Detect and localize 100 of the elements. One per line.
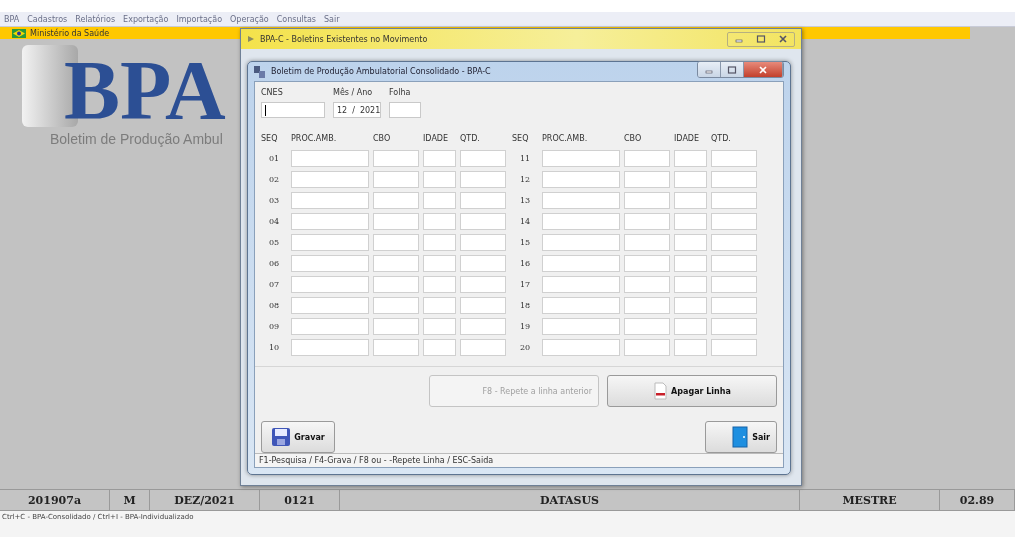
input-field[interactable] <box>291 255 369 272</box>
input-field[interactable] <box>674 255 707 272</box>
input-field[interactable] <box>711 255 757 272</box>
input-field[interactable] <box>460 255 506 272</box>
input-field[interactable] <box>674 276 707 293</box>
input-field[interactable] <box>674 171 707 188</box>
input-field[interactable] <box>373 150 419 167</box>
cnes-field[interactable] <box>261 102 325 118</box>
row-number: 10 <box>267 343 281 352</box>
input-field[interactable] <box>373 234 419 251</box>
input-field[interactable] <box>711 318 757 335</box>
input-field[interactable] <box>423 255 456 272</box>
save-button[interactable]: Gravar <box>261 421 335 453</box>
input-field[interactable] <box>674 150 707 167</box>
menu-item[interactable]: Importação <box>176 14 223 24</box>
input-field[interactable] <box>291 339 369 356</box>
input-field[interactable] <box>624 150 670 167</box>
input-field[interactable] <box>460 171 506 188</box>
input-field[interactable] <box>542 213 620 230</box>
input-field[interactable] <box>460 318 506 335</box>
input-field[interactable] <box>373 192 419 209</box>
input-field[interactable] <box>624 255 670 272</box>
input-field[interactable] <box>711 234 757 251</box>
input-field[interactable] <box>460 150 506 167</box>
input-field[interactable] <box>373 297 419 314</box>
input-field[interactable] <box>460 339 506 356</box>
input-field[interactable] <box>542 255 620 272</box>
input-field[interactable] <box>674 339 707 356</box>
input-field[interactable] <box>460 192 506 209</box>
input-field[interactable] <box>624 276 670 293</box>
close-button[interactable] <box>744 62 783 77</box>
input-field[interactable] <box>373 255 419 272</box>
input-field[interactable] <box>291 171 369 188</box>
input-field[interactable] <box>542 339 620 356</box>
input-field[interactable] <box>674 318 707 335</box>
input-field[interactable] <box>291 234 369 251</box>
input-field[interactable] <box>624 339 670 356</box>
input-field[interactable] <box>542 192 620 209</box>
delete-line-button[interactable]: Apagar Linha <box>607 375 777 407</box>
input-field[interactable] <box>373 213 419 230</box>
menu-item[interactable]: Operação <box>230 14 269 24</box>
menu-item[interactable]: Exportação <box>123 14 169 24</box>
input-field[interactable] <box>291 276 369 293</box>
input-field[interactable] <box>711 276 757 293</box>
input-field[interactable] <box>291 318 369 335</box>
input-field[interactable] <box>423 339 456 356</box>
input-field[interactable] <box>423 318 456 335</box>
input-field[interactable] <box>542 276 620 293</box>
close-icon <box>758 65 768 74</box>
month-year-field[interactable]: 12 / 2021 <box>333 102 381 118</box>
menu-item[interactable]: BPA <box>4 14 20 24</box>
input-field[interactable] <box>674 234 707 251</box>
input-field[interactable] <box>711 150 757 167</box>
input-field[interactable] <box>624 297 670 314</box>
input-field[interactable] <box>423 213 456 230</box>
input-field[interactable] <box>624 234 670 251</box>
input-field[interactable] <box>423 171 456 188</box>
input-field[interactable] <box>291 150 369 167</box>
input-field[interactable] <box>711 171 757 188</box>
input-field[interactable] <box>423 297 456 314</box>
folha-field[interactable] <box>389 102 421 118</box>
input-field[interactable] <box>423 276 456 293</box>
input-field[interactable] <box>291 297 369 314</box>
input-field[interactable] <box>711 339 757 356</box>
input-field[interactable] <box>460 213 506 230</box>
input-field[interactable] <box>711 297 757 314</box>
input-field[interactable] <box>373 318 419 335</box>
input-field[interactable] <box>291 213 369 230</box>
input-field[interactable] <box>674 297 707 314</box>
input-field[interactable] <box>542 318 620 335</box>
menu-item[interactable]: Consultas <box>276 14 316 24</box>
input-field[interactable] <box>460 297 506 314</box>
column-header: SEQ <box>261 134 279 145</box>
input-field[interactable] <box>624 192 670 209</box>
input-field[interactable] <box>423 192 456 209</box>
maximize-icon <box>727 65 737 74</box>
input-field[interactable] <box>542 150 620 167</box>
exit-button[interactable]: Sair <box>705 421 777 453</box>
input-field[interactable] <box>624 213 670 230</box>
input-field[interactable] <box>423 234 456 251</box>
input-field[interactable] <box>373 171 419 188</box>
menu-item[interactable]: Sair <box>323 14 340 24</box>
input-field[interactable] <box>460 234 506 251</box>
input-field[interactable] <box>373 339 419 356</box>
input-field[interactable] <box>711 192 757 209</box>
input-field[interactable] <box>624 171 670 188</box>
input-field[interactable] <box>674 213 707 230</box>
maximize-button[interactable] <box>721 62 744 77</box>
menu-item[interactable]: Cadastros <box>27 14 68 24</box>
input-field[interactable] <box>423 150 456 167</box>
input-field[interactable] <box>711 213 757 230</box>
menu-item[interactable]: Relatórios <box>75 14 116 24</box>
input-field[interactable] <box>624 318 670 335</box>
input-field[interactable] <box>291 192 369 209</box>
input-field[interactable] <box>460 276 506 293</box>
input-field[interactable] <box>542 297 620 314</box>
input-field[interactable] <box>373 276 419 293</box>
input-field[interactable] <box>674 192 707 209</box>
input-field[interactable] <box>542 234 620 251</box>
input-field[interactable] <box>542 171 620 188</box>
